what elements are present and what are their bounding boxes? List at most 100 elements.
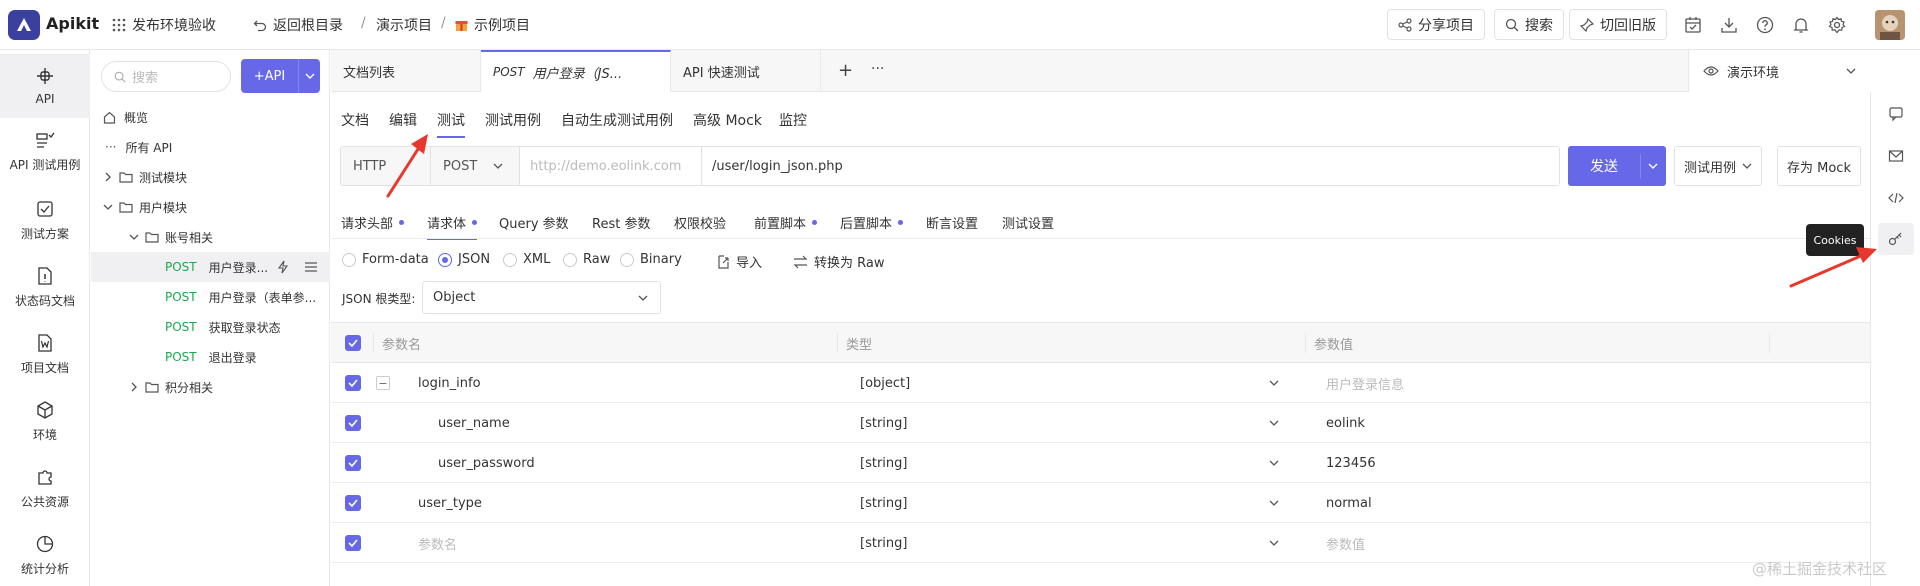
row-checkbox[interactable]	[345, 415, 361, 431]
radio-json[interactable]: JSON	[438, 252, 490, 267]
radio-binary[interactable]: Binary	[620, 252, 682, 267]
tree-item-overview[interactable]: 概览	[91, 102, 330, 132]
add-api-button[interactable]: +API	[241, 59, 320, 93]
param-name[interactable]: login_info	[418, 363, 481, 403]
chevron-down-icon[interactable]	[1648, 161, 1658, 171]
chevron-down-icon[interactable]	[1269, 538, 1279, 548]
json-root-type-select[interactable]: Object	[422, 281, 661, 314]
radio-raw[interactable]: Raw	[563, 252, 610, 267]
subtab-test[interactable]: 测试	[437, 110, 465, 138]
param-value[interactable]: normal	[1326, 483, 1372, 523]
param-value[interactable]: 用户登录信息	[1326, 363, 1404, 403]
param-type[interactable]: [string]	[860, 483, 907, 523]
mail-icon[interactable]	[1871, 140, 1920, 172]
nav-item-public-resources[interactable]: 公共资源	[0, 458, 90, 518]
collapse-toggle[interactable]: −	[376, 376, 390, 390]
tree-item-test-module[interactable]: 测试模块	[91, 162, 330, 192]
nav-item-status-code-doc[interactable]: 状态码文档	[0, 257, 90, 317]
reqtab-assert[interactable]: 断言设置	[926, 213, 978, 232]
row-checkbox[interactable]	[345, 495, 361, 511]
avatar[interactable]	[1875, 10, 1905, 40]
row-checkbox[interactable]	[345, 455, 361, 471]
param-name-input[interactable]: 参数名	[418, 523, 457, 563]
tab-api-quick-test[interactable]: API 快速测试	[671, 50, 821, 92]
calendar-icon[interactable]	[1682, 14, 1704, 36]
download-icon[interactable]	[1718, 14, 1740, 36]
apikit-logo[interactable]	[8, 10, 40, 40]
param-type[interactable]: [string]	[860, 443, 907, 483]
subtab-auto-gen[interactable]: 自动生成测试用例	[561, 110, 673, 130]
subtab-mock[interactable]: 高级 Mock	[693, 110, 762, 130]
param-name[interactable]: user_name	[438, 403, 510, 443]
subtab-monitor[interactable]: 监控	[779, 110, 807, 130]
nav-item-project-doc[interactable]: 项目文档	[0, 324, 90, 384]
send-button[interactable]: 发送	[1568, 146, 1666, 186]
nav-item-test-plan[interactable]: 测试方案	[0, 190, 90, 250]
tree-search-input[interactable]: 搜索	[101, 61, 231, 92]
reqtab-body[interactable]: 请求体	[427, 213, 478, 240]
environment-selector[interactable]: 演示环境	[1688, 50, 1870, 92]
switch-old-version-button[interactable]: 切回旧版	[1569, 9, 1667, 40]
param-value[interactable]: 123456	[1326, 443, 1376, 483]
reqtab-headers[interactable]: 请求头部	[341, 213, 405, 232]
tree-item-login-form[interactable]: POST 用户登录（表单参...	[91, 282, 330, 312]
tree-item-login-json[interactable]: POST 用户登录...	[91, 252, 330, 282]
method-select[interactable]: POST	[431, 147, 520, 185]
chevron-down-icon[interactable]	[1269, 378, 1279, 388]
host-input[interactable]: http://demo.eolink.com	[520, 147, 702, 185]
select-all-checkbox[interactable]	[345, 335, 361, 351]
reqtab-pre-script[interactable]: 前置脚本	[754, 213, 818, 232]
subtab-testcase[interactable]: 测试用例	[485, 110, 541, 130]
add-tab-button[interactable]: +	[838, 60, 853, 81]
nav-item-statistics[interactable]: 统计分析	[0, 525, 90, 585]
chevron-down-icon[interactable]	[1269, 418, 1279, 428]
tree-item-login-status[interactable]: POST 获取登录状态	[91, 312, 330, 342]
nav-item-environment[interactable]: 环境	[0, 391, 90, 451]
subtab-doc[interactable]: 文档	[341, 110, 369, 130]
tree-item-logout[interactable]: POST 退出登录	[91, 342, 330, 372]
radio-form-data[interactable]: Form-data	[342, 252, 429, 267]
bell-icon[interactable]	[1790, 14, 1812, 36]
param-value-input[interactable]: 参数值	[1326, 523, 1365, 563]
row-checkbox[interactable]	[345, 535, 361, 551]
tree-item-points[interactable]: 积分相关	[91, 372, 330, 402]
search-button[interactable]: 搜索	[1494, 9, 1564, 40]
tab-doc-list[interactable]: 文档列表	[331, 50, 481, 92]
param-type[interactable]: [object]	[860, 363, 910, 403]
save-as-mock-button[interactable]: 存为 Mock	[1777, 146, 1861, 186]
convert-to-raw-button[interactable]: 转换为 Raw	[793, 252, 884, 271]
tree-item-all-api[interactable]: ··· 所有 API	[91, 132, 330, 162]
reqtab-test-settings[interactable]: 测试设置	[1002, 213, 1054, 232]
import-button[interactable]: 导入	[716, 252, 762, 271]
lightning-icon[interactable]	[276, 260, 290, 274]
tab-login-json[interactable]: POST 用户登录（JS...	[481, 50, 671, 92]
share-project-button[interactable]: 分享项目	[1387, 9, 1485, 40]
menu-icon[interactable]	[304, 261, 318, 273]
help-icon[interactable]	[1754, 14, 1776, 36]
tree-item-user-module[interactable]: 用户模块	[91, 192, 330, 222]
workspace-switcher[interactable]: 发布环境验收	[112, 15, 216, 35]
param-value[interactable]: eolink	[1326, 403, 1365, 443]
reqtab-query[interactable]: Query 参数	[499, 213, 569, 232]
breadcrumb-sub-project[interactable]: 示例项目	[455, 15, 530, 35]
param-name[interactable]: user_password	[438, 443, 535, 483]
tree-item-account[interactable]: 账号相关	[91, 222, 330, 252]
chevron-down-icon[interactable]	[1269, 458, 1279, 468]
reqtab-auth[interactable]: 权限校验	[674, 213, 726, 232]
radio-xml[interactable]: XML	[503, 252, 550, 267]
back-to-root-link[interactable]: 返回根目录	[253, 15, 343, 35]
subtab-edit[interactable]: 编辑	[389, 110, 417, 130]
gear-icon[interactable]	[1826, 14, 1848, 36]
more-tabs-button[interactable]: ···	[871, 61, 884, 77]
chevron-down-icon[interactable]	[1269, 498, 1279, 508]
code-icon[interactable]	[1871, 182, 1920, 214]
row-checkbox[interactable]	[345, 375, 361, 391]
reqtab-post-script[interactable]: 后置脚本	[840, 213, 904, 232]
param-name[interactable]: user_type	[418, 483, 482, 523]
comment-icon[interactable]	[1871, 98, 1920, 130]
reqtab-rest[interactable]: Rest 参数	[592, 213, 650, 232]
param-type[interactable]: [string]	[860, 523, 907, 563]
test-case-button[interactable]: 测试用例	[1674, 146, 1763, 186]
chevron-down-icon[interactable]	[305, 71, 315, 81]
nav-item-api[interactable]: API	[0, 54, 90, 118]
